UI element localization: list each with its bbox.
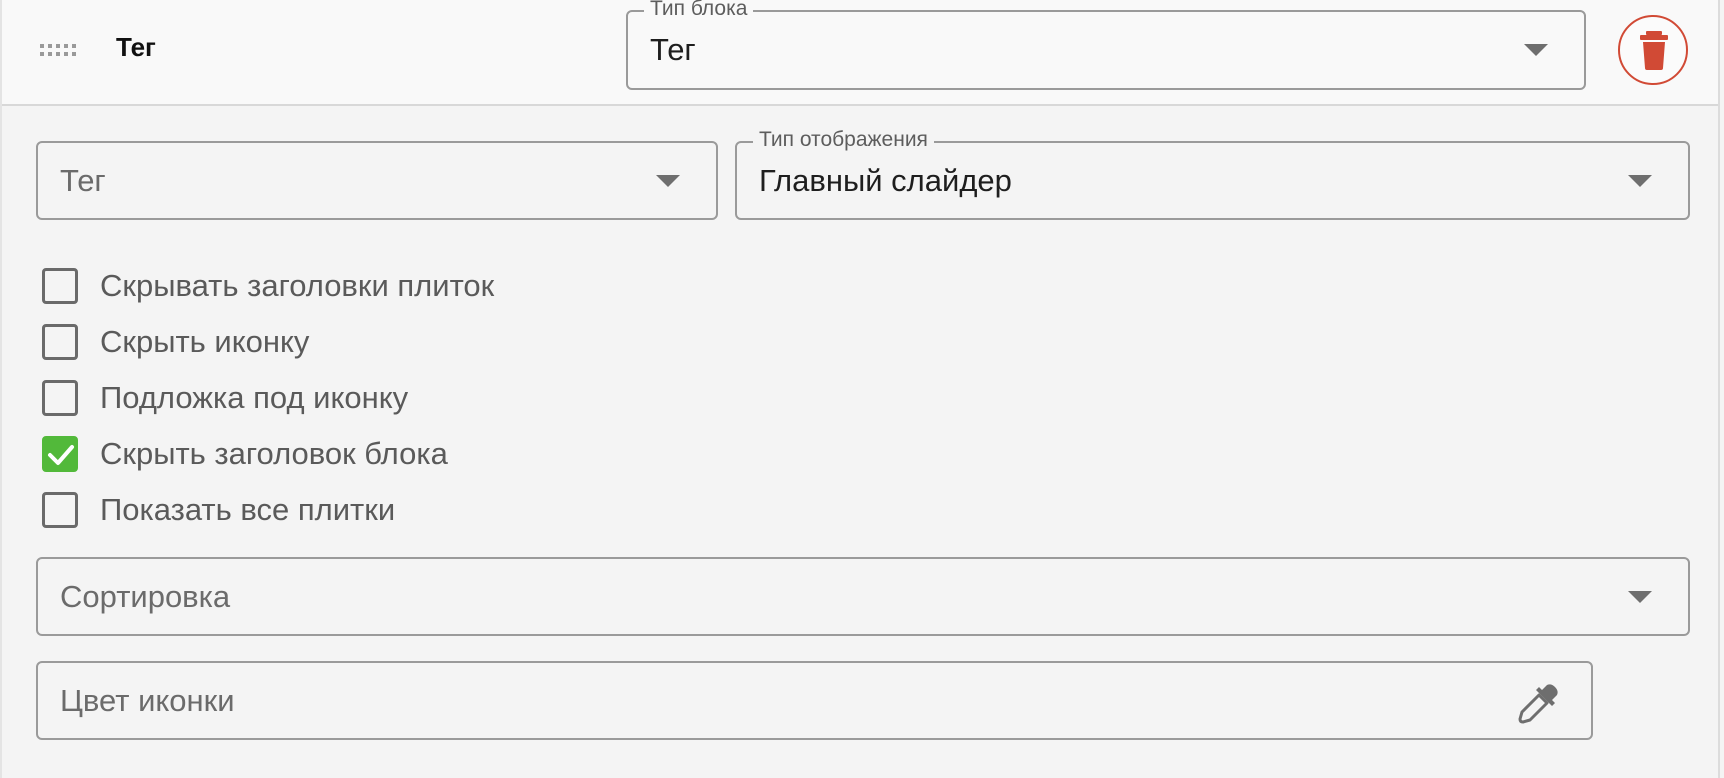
block-type-select[interactable]: Тип блока Тег: [626, 0, 1586, 90]
trash-icon: [1640, 31, 1668, 70]
icon-color-placeholder: Цвет иконки: [60, 683, 235, 718]
checkbox-label: Показать все плитки: [100, 492, 396, 527]
block-header: Тег Тип блока Тег: [2, 0, 1718, 106]
display-type-value: Главный слайдер: [759, 163, 1012, 198]
block-type-value: Тег: [650, 32, 696, 67]
chevron-down-icon: [656, 175, 680, 187]
tag-placeholder: Тег: [60, 163, 106, 198]
eyedropper-icon[interactable]: [1517, 681, 1561, 725]
check-icon: [48, 445, 74, 465]
checkbox-label: Скрывать заголовки плиток: [100, 268, 495, 303]
chevron-down-icon: [1628, 591, 1652, 603]
sort-select[interactable]: Сортировка: [36, 557, 1690, 636]
chevron-down-icon: [1524, 44, 1548, 56]
checkbox-label: Скрыть иконку: [100, 324, 310, 359]
chevron-down-icon: [1628, 175, 1652, 187]
checkbox-box[interactable]: [42, 380, 78, 416]
block-title: Тег: [116, 32, 156, 62]
block-editor-panel: Тег Тип блока Тег Тег Тип отображения Гл…: [0, 0, 1720, 778]
icon-color-input[interactable]: Цвет иконки: [36, 661, 1593, 740]
checkbox-box[interactable]: [42, 492, 78, 528]
drag-handle-icon[interactable]: [40, 42, 80, 58]
delete-block-button[interactable]: [1618, 15, 1688, 85]
display-type-select[interactable]: Тип отображения Главный слайдер: [735, 129, 1690, 220]
sort-placeholder: Сортировка: [60, 579, 231, 614]
checkbox-box[interactable]: [42, 268, 78, 304]
checkbox-box[interactable]: [42, 436, 78, 472]
checkbox-label: Подложка под иконку: [100, 380, 409, 415]
checkbox-label: Скрыть заголовок блока: [100, 436, 448, 471]
checkbox-box[interactable]: [42, 324, 78, 360]
tag-select[interactable]: Тег: [36, 141, 718, 220]
